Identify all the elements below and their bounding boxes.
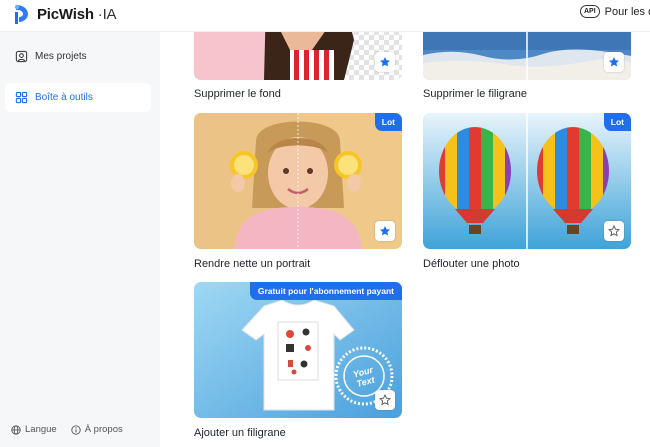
star-filled-icon [609, 57, 619, 67]
tool-card-unblur-photo[interactable]: Lot [423, 113, 631, 249]
star-outline-icon [379, 394, 391, 406]
tool-title[interactable]: Ajouter un filigrane [194, 427, 286, 439]
sidebar-item-mes-projets[interactable]: Mes projets [5, 42, 151, 71]
language-link-label: Langue [25, 424, 57, 435]
unblur-photo-preview [423, 113, 631, 249]
toolbox-icon [15, 91, 28, 104]
picwish-logo-icon [14, 4, 28, 24]
tool-card-sharpen-portrait[interactable]: Lot [194, 113, 402, 249]
star-filled-icon [380, 226, 390, 236]
favorite-button[interactable] [375, 221, 395, 241]
info-icon [71, 424, 81, 435]
favorite-button[interactable] [375, 52, 395, 72]
brand-name: PicWish ·IA [37, 5, 117, 23]
tool-thumbnail: Your Text Gratuit pour l'abonnement paya… [194, 282, 402, 418]
tool-thumbnail [423, 32, 631, 80]
tool-title[interactable]: Supprimer le filigrane [423, 88, 527, 100]
developers-link-label: Pour les dév [604, 5, 650, 18]
about-link-label: À propos [84, 424, 123, 435]
tool-title[interactable]: Rendre nette un portrait [194, 258, 310, 270]
batch-badge: Lot [374, 113, 402, 131]
subscription-badge: Gratuit pour l'abonnement payant [249, 282, 402, 300]
tool-card-add-watermark[interactable]: Your Text Gratuit pour l'abonnement paya… [194, 282, 402, 418]
favorite-button[interactable] [604, 52, 624, 72]
sidebar-footer: Langue À propos [11, 424, 123, 435]
tool-thumbnail: Lot [194, 113, 402, 249]
batch-badge: Lot [603, 113, 631, 131]
picwish-app: PicWish ·IA API Pour les dév Mes projets… [0, 0, 650, 447]
favorite-button[interactable] [604, 221, 624, 241]
top-bar: PicWish ·IA API Pour les dév [0, 0, 650, 32]
brand-logo[interactable]: PicWish ·IA [13, 3, 117, 25]
globe-icon [11, 424, 21, 435]
tool-title[interactable]: Supprimer le fond [194, 88, 281, 100]
about-link[interactable]: À propos [71, 424, 123, 435]
sidebar-item-label: Boîte à outils [35, 92, 93, 103]
api-icon: API [580, 5, 600, 18]
sidebar-item-label: Mes projets [35, 51, 87, 62]
language-link[interactable]: Langue [11, 424, 57, 435]
sharpen-portrait-preview [194, 113, 402, 249]
tool-card-remove-watermark[interactable] [423, 32, 631, 80]
star-outline-icon [608, 225, 620, 237]
developers-link[interactable]: API Pour les dév [580, 5, 650, 18]
tool-card-remove-background[interactable] [194, 32, 402, 80]
projects-icon [15, 50, 28, 63]
sidebar-item-boite-a-outils[interactable]: Boîte à outils [5, 83, 151, 112]
favorite-button[interactable] [375, 390, 395, 410]
tools-grid: Supprimer le fond Supprimer le filigrane [160, 32, 650, 447]
remove-background-preview [194, 32, 402, 80]
star-filled-icon [380, 57, 390, 67]
remove-watermark-preview [423, 32, 631, 80]
tool-thumbnail [194, 32, 402, 80]
tool-title[interactable]: Déflouter une photo [423, 258, 520, 270]
sidebar: Mes projets Boîte à outils Langue À prop… [0, 32, 160, 447]
tool-thumbnail: Lot [423, 113, 631, 249]
add-watermark-preview: Your Text [194, 282, 402, 418]
